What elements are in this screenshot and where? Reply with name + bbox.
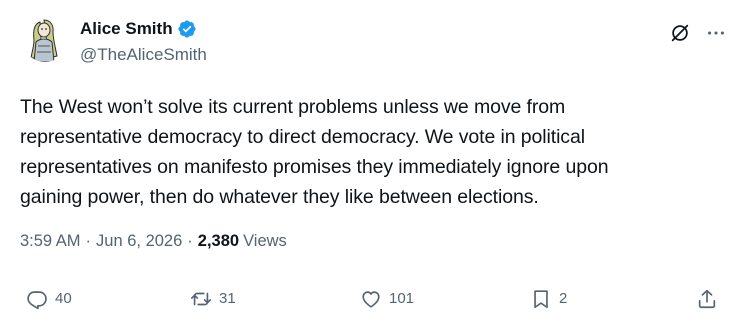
tweet-card: Alice Smith @TheAliceSmith The West won’… <box>0 0 747 332</box>
bookmark-count: 2 <box>559 290 568 307</box>
repost-count: 31 <box>219 290 236 307</box>
tweet-date[interactable]: Jun 6, 2026 <box>96 230 182 252</box>
more-icon[interactable] <box>705 22 727 44</box>
like-count: 101 <box>389 290 415 307</box>
top-actions <box>669 22 727 44</box>
tweet-text: The West won’t solve its current problem… <box>20 96 609 208</box>
tweet-time[interactable]: 3:59 AM <box>20 230 81 252</box>
action-bar: 40 31 101 2 <box>0 288 747 318</box>
heart-icon <box>360 288 382 310</box>
repost-button[interactable]: 31 <box>190 288 236 310</box>
views-count[interactable]: 2,380 <box>198 230 239 252</box>
name-row: Alice Smith <box>80 18 207 40</box>
bookmark-button[interactable]: 2 <box>530 288 567 310</box>
handle[interactable]: @TheAliceSmith <box>80 44 207 66</box>
views-label: Views <box>243 232 287 250</box>
reply-count: 40 <box>55 290 72 307</box>
grok-icon[interactable] <box>669 22 691 44</box>
reply-icon <box>26 288 48 310</box>
bookmark-icon <box>530 288 552 310</box>
repost-icon <box>190 288 212 310</box>
share-button[interactable] <box>696 288 718 310</box>
display-name[interactable]: Alice Smith <box>80 18 173 40</box>
tweet-meta: 3:59 AM · Jun 6, 2026 · 2,380 Views <box>20 230 287 252</box>
like-button[interactable]: 101 <box>360 288 414 310</box>
meta-separator: · <box>85 232 92 250</box>
verified-badge-icon[interactable] <box>177 19 197 39</box>
author-block: Alice Smith @TheAliceSmith <box>80 18 207 66</box>
share-icon <box>696 288 718 310</box>
avatar[interactable] <box>22 16 68 62</box>
avatar-illustration <box>22 16 68 62</box>
meta-separator: · <box>187 232 193 250</box>
reply-button[interactable]: 40 <box>26 288 72 310</box>
